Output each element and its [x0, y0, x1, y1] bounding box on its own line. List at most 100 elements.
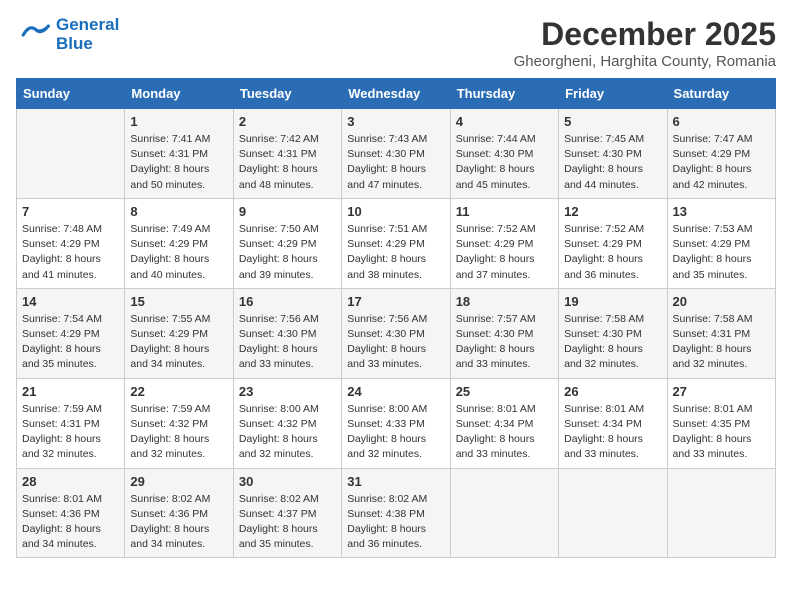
weekday-header-row: SundayMondayTuesdayWednesdayThursdayFrid…	[17, 79, 776, 109]
calendar-cell	[667, 468, 775, 558]
calendar-cell: 16 Sunrise: 7:56 AM Sunset: 4:30 PM Dayli…	[233, 288, 341, 378]
calendar-cell: 2 Sunrise: 7:42 AM Sunset: 4:31 PM Daylig…	[233, 109, 341, 199]
calendar-cell: 1Sunrise: 7:41 AM Sunset: 4:31 PM Daylig…	[125, 109, 233, 199]
calendar-title: December 2025	[514, 16, 776, 53]
day-info: Sunrise: 8:00 AM Sunset: 4:33 PM Dayligh…	[347, 402, 444, 463]
day-info: Sunrise: 7:54 AM Sunset: 4:29 PM Dayligh…	[22, 312, 119, 373]
calendar-table: SundayMondayTuesdayWednesdayThursdayFrid…	[16, 78, 776, 558]
day-number: 2	[239, 114, 336, 129]
calendar-cell: 20 Sunrise: 7:58 AM Sunset: 4:31 PM Dayli…	[667, 288, 775, 378]
day-number: 13	[673, 204, 770, 219]
calendar-cell: 24 Sunrise: 8:00 AM Sunset: 4:33 PM Dayli…	[342, 378, 450, 468]
day-number: 1	[130, 114, 227, 129]
day-number: 17	[347, 294, 444, 309]
calendar-cell: 25 Sunrise: 8:01 AM Sunset: 4:34 PM Dayli…	[450, 378, 558, 468]
calendar-cell: 30 Sunrise: 8:02 AM Sunset: 4:37 PM Dayli…	[233, 468, 341, 558]
calendar-cell: 31 Sunrise: 8:02 AM Sunset: 4:38 PM Dayli…	[342, 468, 450, 558]
calendar-week-row: 1Sunrise: 7:41 AM Sunset: 4:31 PM Daylig…	[17, 109, 776, 199]
day-info: Sunrise: 7:43 AM Sunset: 4:30 PM Dayligh…	[347, 132, 444, 193]
day-info: Sunrise: 8:02 AM Sunset: 4:37 PM Dayligh…	[239, 492, 336, 553]
calendar-subtitle: Gheorgheni, Harghita County, Romania	[514, 53, 776, 70]
calendar-cell: 10 Sunrise: 7:51 AM Sunset: 4:29 PM Dayli…	[342, 198, 450, 288]
calendar-cell: 8 Sunrise: 7:49 AM Sunset: 4:29 PM Daylig…	[125, 198, 233, 288]
calendar-cell	[559, 468, 667, 558]
day-info: Sunrise: 7:51 AM Sunset: 4:29 PM Dayligh…	[347, 222, 444, 283]
day-number: 23	[239, 384, 336, 399]
day-info: Sunrise: 8:01 AM Sunset: 4:36 PM Dayligh…	[22, 492, 119, 553]
day-number: 22	[130, 384, 227, 399]
day-info: Sunrise: 7:47 AM Sunset: 4:29 PM Dayligh…	[673, 132, 770, 193]
day-info: Sunrise: 7:52 AM Sunset: 4:29 PM Dayligh…	[456, 222, 553, 283]
page-header: General Blue December 2025 Gheorgheni, H…	[16, 16, 776, 70]
day-number: 9	[239, 204, 336, 219]
day-info: Sunrise: 7:59 AM Sunset: 4:31 PM Dayligh…	[22, 402, 119, 463]
calendar-cell: 4Sunrise: 7:44 AM Sunset: 4:30 PM Daylig…	[450, 109, 558, 199]
calendar-cell: 9 Sunrise: 7:50 AM Sunset: 4:29 PM Daylig…	[233, 198, 341, 288]
day-number: 20	[673, 294, 770, 309]
day-info: Sunrise: 8:00 AM Sunset: 4:32 PM Dayligh…	[239, 402, 336, 463]
day-number: 11	[456, 204, 553, 219]
weekday-header-wednesday: Wednesday	[342, 79, 450, 109]
calendar-week-row: 21Sunrise: 7:59 AM Sunset: 4:31 PM Dayli…	[17, 378, 776, 468]
calendar-cell	[17, 109, 125, 199]
day-info: Sunrise: 7:58 AM Sunset: 4:30 PM Dayligh…	[564, 312, 661, 373]
day-number: 27	[673, 384, 770, 399]
day-info: Sunrise: 7:49 AM Sunset: 4:29 PM Dayligh…	[130, 222, 227, 283]
day-info: Sunrise: 7:56 AM Sunset: 4:30 PM Dayligh…	[347, 312, 444, 373]
day-info: Sunrise: 8:01 AM Sunset: 4:34 PM Dayligh…	[456, 402, 553, 463]
weekday-header-thursday: Thursday	[450, 79, 558, 109]
calendar-cell: 22 Sunrise: 7:59 AM Sunset: 4:32 PM Dayli…	[125, 378, 233, 468]
day-number: 25	[456, 384, 553, 399]
day-info: Sunrise: 7:44 AM Sunset: 4:30 PM Dayligh…	[456, 132, 553, 193]
day-info: Sunrise: 7:57 AM Sunset: 4:30 PM Dayligh…	[456, 312, 553, 373]
calendar-cell: 26Sunrise: 8:01 AM Sunset: 4:34 PM Dayli…	[559, 378, 667, 468]
day-number: 6	[673, 114, 770, 129]
calendar-week-row: 7Sunrise: 7:48 AM Sunset: 4:29 PM Daylig…	[17, 198, 776, 288]
day-number: 8	[130, 204, 227, 219]
calendar-cell: 12Sunrise: 7:52 AM Sunset: 4:29 PM Dayli…	[559, 198, 667, 288]
calendar-body: 1Sunrise: 7:41 AM Sunset: 4:31 PM Daylig…	[17, 109, 776, 558]
day-number: 3	[347, 114, 444, 129]
calendar-cell: 7Sunrise: 7:48 AM Sunset: 4:29 PM Daylig…	[17, 198, 125, 288]
day-number: 14	[22, 294, 119, 309]
day-info: Sunrise: 8:01 AM Sunset: 4:34 PM Dayligh…	[564, 402, 661, 463]
logo-icon	[16, 17, 52, 53]
day-number: 7	[22, 204, 119, 219]
day-info: Sunrise: 7:50 AM Sunset: 4:29 PM Dayligh…	[239, 222, 336, 283]
calendar-cell: 17 Sunrise: 7:56 AM Sunset: 4:30 PM Dayli…	[342, 288, 450, 378]
day-number: 30	[239, 474, 336, 489]
title-block: December 2025 Gheorgheni, Harghita Count…	[514, 16, 776, 70]
day-number: 24	[347, 384, 444, 399]
day-number: 15	[130, 294, 227, 309]
day-info: Sunrise: 7:56 AM Sunset: 4:30 PM Dayligh…	[239, 312, 336, 373]
day-number: 16	[239, 294, 336, 309]
calendar-cell: 23 Sunrise: 8:00 AM Sunset: 4:32 PM Dayli…	[233, 378, 341, 468]
day-number: 10	[347, 204, 444, 219]
day-info: Sunrise: 7:59 AM Sunset: 4:32 PM Dayligh…	[130, 402, 227, 463]
calendar-cell: 14 Sunrise: 7:54 AM Sunset: 4:29 PM Dayli…	[17, 288, 125, 378]
day-number: 31	[347, 474, 444, 489]
day-info: Sunrise: 7:58 AM Sunset: 4:31 PM Dayligh…	[673, 312, 770, 373]
calendar-cell: 18 Sunrise: 7:57 AM Sunset: 4:30 PM Dayli…	[450, 288, 558, 378]
calendar-cell: 3 Sunrise: 7:43 AM Sunset: 4:30 PM Daylig…	[342, 109, 450, 199]
day-number: 5	[564, 114, 661, 129]
calendar-cell	[450, 468, 558, 558]
calendar-week-row: 28Sunrise: 8:01 AM Sunset: 4:36 PM Dayli…	[17, 468, 776, 558]
weekday-header-monday: Monday	[125, 79, 233, 109]
calendar-cell: 6 Sunrise: 7:47 AM Sunset: 4:29 PM Daylig…	[667, 109, 775, 199]
calendar-cell: 27Sunrise: 8:01 AM Sunset: 4:35 PM Dayli…	[667, 378, 775, 468]
logo: General Blue	[16, 16, 119, 53]
day-number: 18	[456, 294, 553, 309]
day-info: Sunrise: 7:52 AM Sunset: 4:29 PM Dayligh…	[564, 222, 661, 283]
calendar-week-row: 14 Sunrise: 7:54 AM Sunset: 4:29 PM Dayli…	[17, 288, 776, 378]
day-info: Sunrise: 7:53 AM Sunset: 4:29 PM Dayligh…	[673, 222, 770, 283]
day-number: 19	[564, 294, 661, 309]
calendar-cell: 5Sunrise: 7:45 AM Sunset: 4:30 PM Daylig…	[559, 109, 667, 199]
calendar-cell: 11 Sunrise: 7:52 AM Sunset: 4:29 PM Dayli…	[450, 198, 558, 288]
day-info: Sunrise: 7:42 AM Sunset: 4:31 PM Dayligh…	[239, 132, 336, 193]
calendar-cell: 29Sunrise: 8:02 AM Sunset: 4:36 PM Dayli…	[125, 468, 233, 558]
weekday-header-sunday: Sunday	[17, 79, 125, 109]
day-info: Sunrise: 8:02 AM Sunset: 4:38 PM Dayligh…	[347, 492, 444, 553]
logo-line1: General	[56, 16, 119, 35]
weekday-header-tuesday: Tuesday	[233, 79, 341, 109]
